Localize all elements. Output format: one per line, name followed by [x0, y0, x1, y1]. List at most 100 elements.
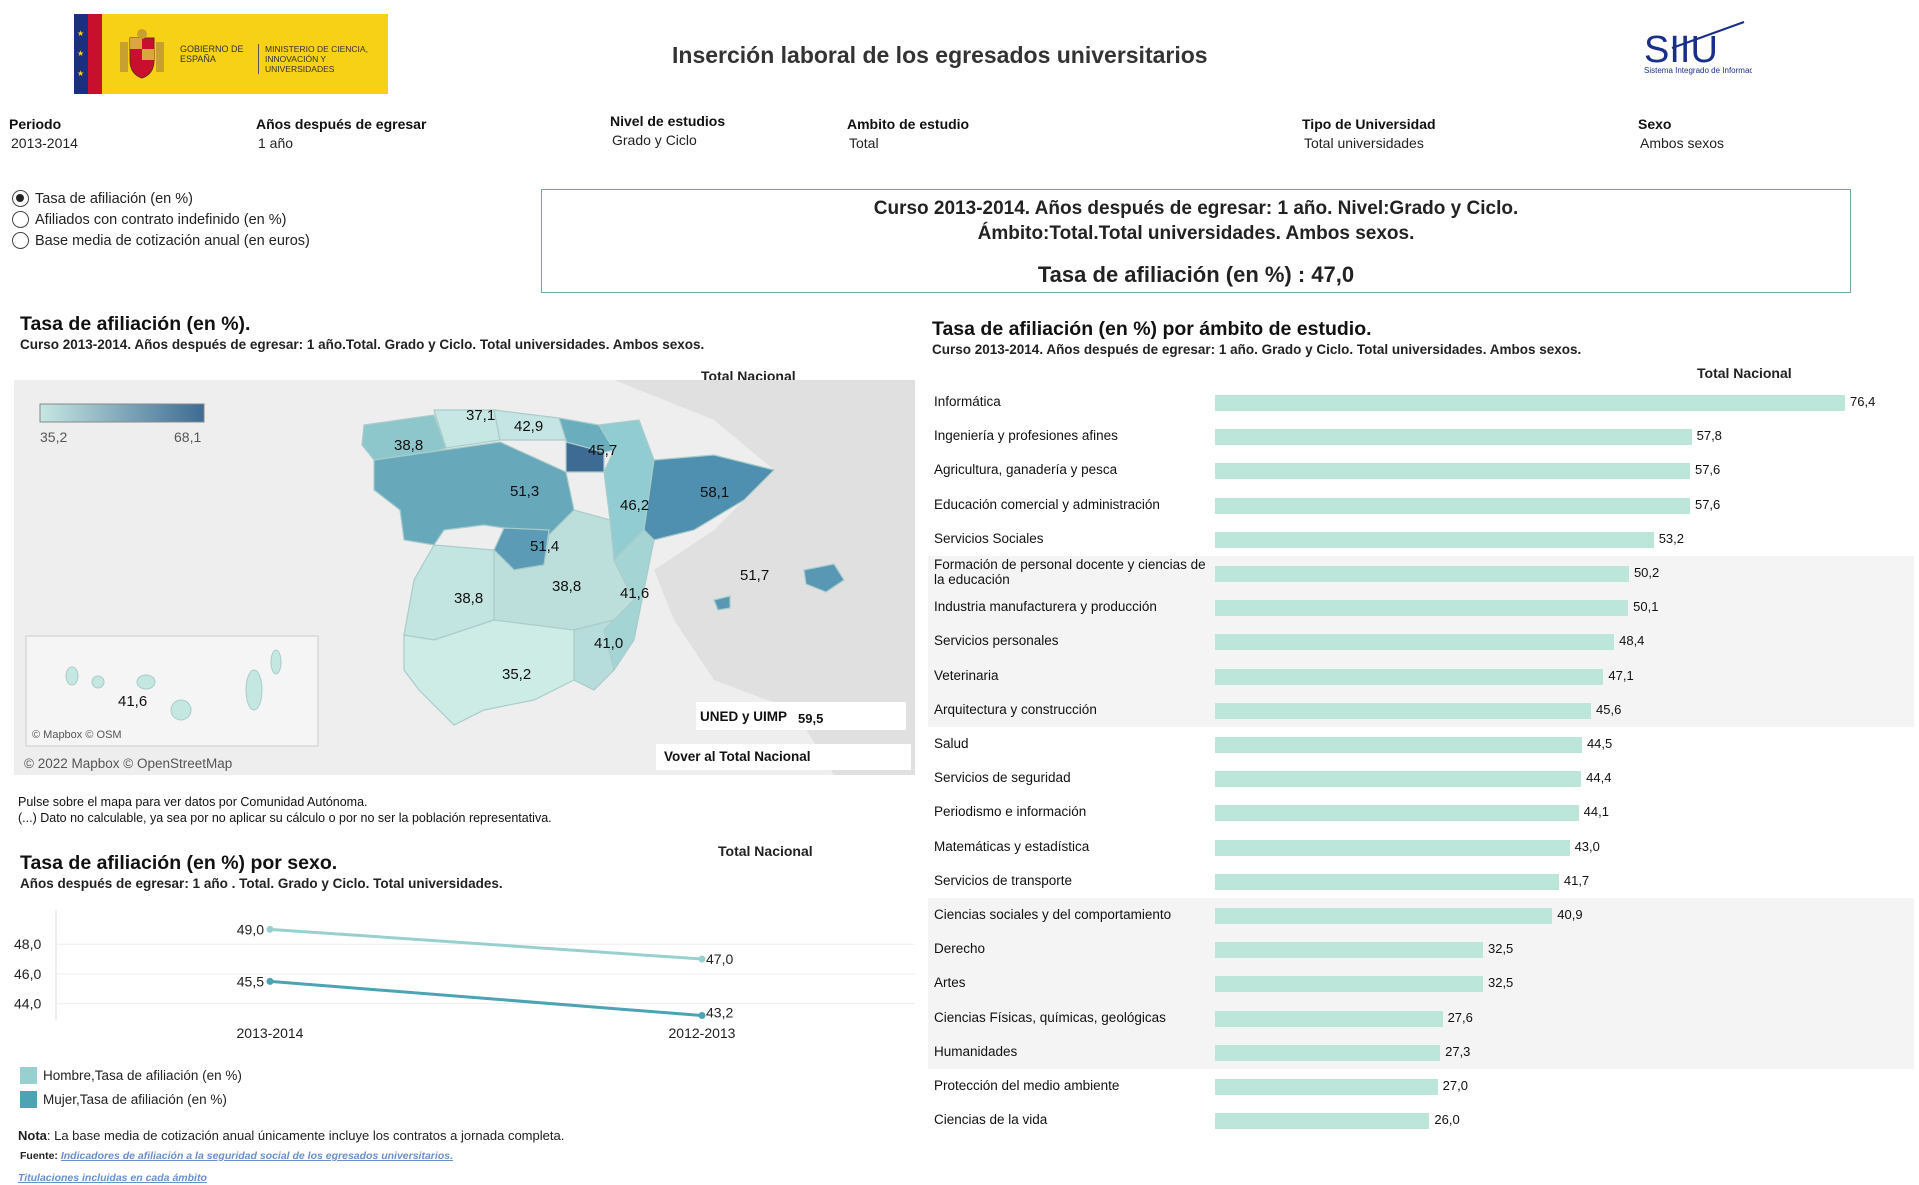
choropleth-map[interactable]: 35,2 68,1 37,1 42,9 38,8 45,7 51,3 46,2 …	[14, 380, 915, 775]
bar-value-label: 47,1	[1608, 667, 1634, 683]
bar-mark[interactable]	[1215, 805, 1579, 822]
legend-item-hombre[interactable]: Hombre,Tasa de afiliación (en %)	[20, 1063, 242, 1087]
bar-mark[interactable]	[1215, 771, 1582, 788]
bar-mark[interactable]	[1215, 702, 1592, 719]
bar-category-label: Salud	[934, 736, 969, 751]
filter-anos[interactable]: Años después de egresar 1 año	[256, 116, 426, 151]
bar-mark[interactable]	[1215, 497, 1690, 514]
bar-mark[interactable]	[1215, 463, 1690, 480]
region-value-canarias: 41,6	[118, 693, 147, 710]
map-note-1: Pulse sobre el mapa para ver datos por C…	[18, 795, 368, 809]
sex-total-nacional: Total Nacional	[718, 843, 813, 859]
legend-max: 68,1	[174, 429, 201, 445]
island-shape[interactable]	[245, 669, 263, 711]
footer-nota: Nota: La base media de cotización anual …	[18, 1128, 564, 1143]
bar-mark[interactable]	[1215, 566, 1629, 582]
filter-sexo-label: Sexo	[1638, 116, 1672, 132]
bar-category-label: Ingeniería y profesiones afines	[934, 428, 1118, 444]
sex-legend: Hombre,Tasa de afiliación (en %) Mujer,T…	[20, 1063, 242, 1111]
spain-map[interactable]: 35,2 68,1 37,1 42,9 38,8 45,7 51,3 46,2 …	[14, 380, 915, 775]
series-line	[269, 979, 703, 1018]
region-value: 51,7	[740, 567, 769, 584]
titulaciones-link[interactable]: Titulaciones incluidas en cada ámbito	[18, 1172, 207, 1184]
y-tick-label: 46,0	[14, 966, 41, 982]
ambito-total-nacional: Total Nacional	[1697, 365, 1792, 381]
filter-anos-value: 1 año	[258, 135, 294, 151]
bar-value-label: 44,1	[1583, 804, 1609, 820]
bar-category-label: Derecho	[934, 941, 986, 957]
bar-value-label: 27,3	[1445, 1043, 1471, 1059]
bar-value-label: 76,4	[1850, 394, 1876, 409]
island-shape[interactable]	[270, 649, 282, 675]
bar-category-label: Matemáticas y estadística	[934, 838, 1090, 854]
bar-mark[interactable]	[1215, 1079, 1438, 1095]
summary-value: Tasa de afiliación (en %) : 47,0	[1037, 262, 1355, 287]
bar-value-label: 41,7	[1563, 872, 1590, 888]
bar-value-label: 44,5	[1586, 736, 1613, 751]
filter-nivel-label: Nivel de estudios	[610, 113, 726, 129]
bar-category-label: Servicios Sociales	[934, 530, 1044, 546]
bar-category-label: Formación de personal docente y ciencias…	[934, 557, 1206, 587]
legend-item-mujer[interactable]: Mujer,Tasa de afiliación (en %)	[20, 1087, 242, 1111]
bar-category-label: Ciencias Físicas, químicas, geológicas	[934, 1009, 1166, 1025]
data-point	[266, 925, 274, 933]
filter-sexo[interactable]: Sexo Ambos sexos	[1638, 116, 1724, 151]
bar-mark[interactable]	[1215, 668, 1604, 685]
filter-ambito-label: Ambito de estudio	[847, 116, 970, 132]
data-point	[698, 955, 706, 963]
bar-category-label: Artes	[934, 975, 966, 991]
radio-contrato-indefinido[interactable]: Afiliados con contrato indefinido (en %)	[12, 209, 310, 230]
bar-mark[interactable]	[1215, 1113, 1430, 1130]
region-value: 38,8	[552, 578, 581, 595]
volver-total-button[interactable]: Vover al Total Nacional	[664, 749, 811, 764]
radio-tasa-afiliacion[interactable]: Tasa de afiliación (en %)	[12, 188, 310, 209]
bar-mark[interactable]	[1215, 600, 1629, 617]
fuente-link[interactable]: Indicadores de afiliación a la seguridad…	[61, 1150, 453, 1162]
ministerio-text: MINISTERIO DE CIENCIA, INNOVACIÓN Y UNIV…	[258, 44, 378, 74]
bar-mark[interactable]	[1215, 1010, 1443, 1027]
bar-mark[interactable]	[1215, 429, 1692, 446]
region-value: 46,2	[620, 497, 649, 514]
filter-periodo[interactable]: Periodo 2013-2014	[9, 116, 78, 151]
bar-mark[interactable]	[1215, 737, 1582, 753]
island-shape[interactable]	[170, 699, 192, 721]
bar-value-label: 57,8	[1696, 428, 1722, 444]
island-shape[interactable]	[91, 675, 105, 689]
map-section-title: Tasa de afiliación (en %).	[20, 313, 251, 335]
bar-category-label: Educación comercial y administración	[934, 496, 1160, 512]
svg-text:★: ★	[77, 29, 84, 38]
bar-mark[interactable]	[1215, 908, 1553, 924]
bar-mark[interactable]	[1215, 531, 1654, 548]
island-shape[interactable]	[136, 674, 156, 690]
bar-category-label: Servicios personales	[934, 633, 1059, 649]
bar-mark[interactable]	[1215, 395, 1845, 411]
mapbox-inset-credit: © Mapbox © OSM	[32, 729, 122, 741]
legend-label-hombre: Hombre,Tasa de afiliación (en %)	[43, 1067, 242, 1083]
bar-value-label: 48,4	[1619, 633, 1645, 649]
bar-mark[interactable]	[1215, 976, 1483, 993]
bar-category-label: Servicios de seguridad	[934, 770, 1071, 786]
filter-nivel[interactable]: Nivel de estudios Grado y Ciclo	[610, 113, 725, 148]
data-label: 47,0	[706, 951, 733, 967]
bar-mark[interactable]	[1215, 873, 1559, 890]
bar-value-label: 45,6	[1596, 701, 1622, 717]
eu-flag-strip: ★ ★ ★	[74, 14, 88, 94]
siiu-logo-text: SIIU	[1644, 29, 1718, 71]
bar-mark[interactable]	[1215, 1044, 1441, 1061]
radio-unselected-icon[interactable]	[12, 211, 29, 228]
data-point	[266, 977, 274, 985]
legend-swatch-mujer	[20, 1090, 37, 1108]
filter-tipo-universidad[interactable]: Tipo de Universidad Total universidades	[1302, 116, 1436, 151]
bar-mark[interactable]	[1215, 839, 1570, 856]
radio-unselected-icon[interactable]	[12, 232, 29, 249]
nota-text: : La base media de cotización anual únic…	[46, 1128, 565, 1143]
bar-value-label: 27,6	[1447, 1009, 1473, 1025]
radio-selected-icon[interactable]	[12, 190, 29, 207]
bar-mark[interactable]	[1215, 942, 1483, 959]
bar-mark[interactable]	[1215, 634, 1615, 651]
island-shape[interactable]	[65, 666, 79, 686]
radio-base-cotizacion[interactable]: Base media de cotización anual (en euros…	[12, 230, 310, 251]
x-tick-label: 2013-2014	[237, 1025, 304, 1041]
radio-label: Afiliados con contrato indefinido (en %)	[35, 211, 287, 228]
filter-ambito[interactable]: Ambito de estudio Total	[847, 116, 969, 151]
